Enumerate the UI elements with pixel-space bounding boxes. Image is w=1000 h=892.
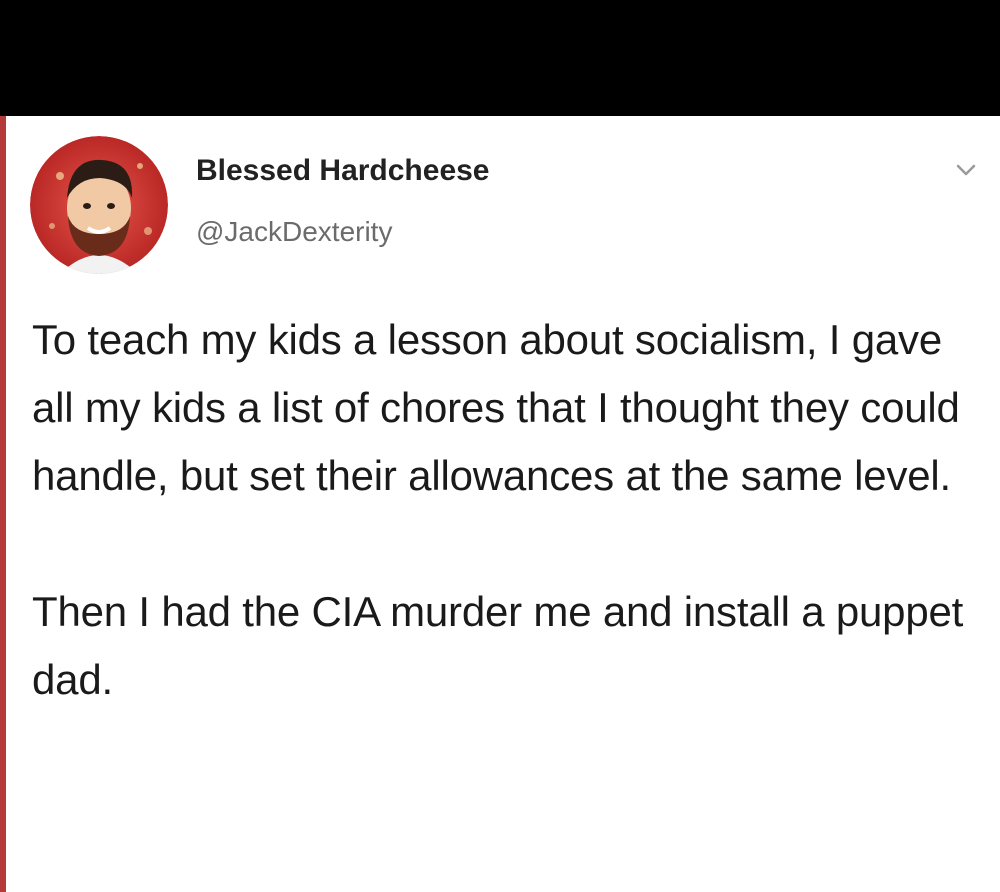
display-name[interactable]: Blessed Hardcheese [196, 154, 490, 188]
avatar-image [30, 136, 168, 274]
user-handle[interactable]: @JackDexterity [196, 216, 392, 248]
chevron-down-icon[interactable] [952, 160, 980, 180]
tweet-paragraph-1: To teach my kids a lesson about socialis… [32, 316, 960, 499]
top-black-band [0, 0, 1000, 116]
tweet-paragraph-2: Then I had the CIA murder me and install… [32, 588, 964, 703]
tweet-card: Blessed Hardcheese @JackDexterity To tea… [0, 116, 1000, 892]
avatar[interactable] [30, 136, 168, 274]
tweet-body: To teach my kids a lesson about socialis… [32, 306, 992, 714]
